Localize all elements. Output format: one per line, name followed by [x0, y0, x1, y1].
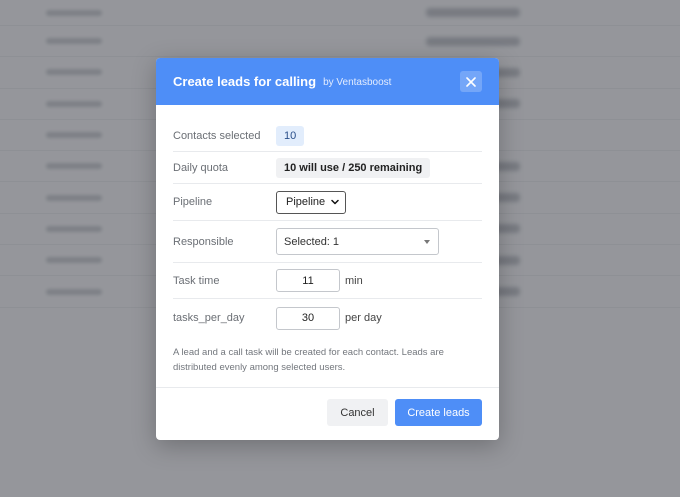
close-button[interactable]: [460, 71, 482, 92]
caret-down-icon: [424, 240, 430, 244]
tasks-per-day-unit: per day: [345, 312, 382, 324]
modal-header: Create leads for calling by Ventasboost: [156, 58, 499, 105]
pipeline-label: Pipeline: [173, 196, 213, 208]
tasks-per-day-label: tasks_per_day: [173, 312, 245, 324]
create-leads-modal: Create leads for calling by Ventasboost …: [156, 58, 499, 440]
contacts-selected-row: Contacts selected 10: [173, 121, 482, 152]
chevron-down-icon: [331, 199, 339, 205]
responsible-select[interactable]: Selected: 1: [276, 228, 439, 255]
modal-body: Contacts selected 10 Daily quota 10 will…: [173, 121, 482, 337]
cancel-button[interactable]: Cancel: [327, 399, 388, 426]
tasks-per-day-input[interactable]: [276, 306, 340, 330]
modal-footer: Cancel Create leads: [156, 387, 499, 440]
task-time-input[interactable]: [276, 269, 340, 292]
pipeline-row: Pipeline Pipeline: [173, 184, 482, 221]
responsible-row: Responsible Selected: 1: [173, 221, 482, 263]
help-text: A lead and a call task will be created f…: [173, 347, 444, 373]
daily-quota-label: Daily quota: [173, 161, 229, 174]
task-time-label: Task time: [173, 274, 220, 287]
create-leads-button[interactable]: Create leads: [395, 399, 482, 426]
modal-subtitle: by Ventasboost: [323, 77, 392, 88]
task-time-row: Task time min: [173, 263, 482, 299]
modal-title: Create leads for calling: [173, 74, 317, 89]
close-icon: [466, 76, 476, 87]
contacts-selected-badge: 10: [276, 126, 305, 146]
contacts-selected-label: Contacts selected: [173, 130, 261, 142]
pipeline-select-value: Pipeline: [286, 196, 326, 208]
daily-quota-badge: 10 will use / 250 remaining: [276, 157, 431, 178]
daily-quota-row: Daily quota 10 will use / 250 remaining: [173, 152, 482, 184]
pipeline-select[interactable]: Pipeline: [276, 190, 347, 214]
responsible-select-value: Selected: 1: [284, 235, 340, 248]
tasks-per-day-row: tasks_per_day per day: [173, 299, 482, 337]
responsible-label: Responsible: [173, 235, 234, 248]
task-time-unit: min: [345, 274, 363, 287]
